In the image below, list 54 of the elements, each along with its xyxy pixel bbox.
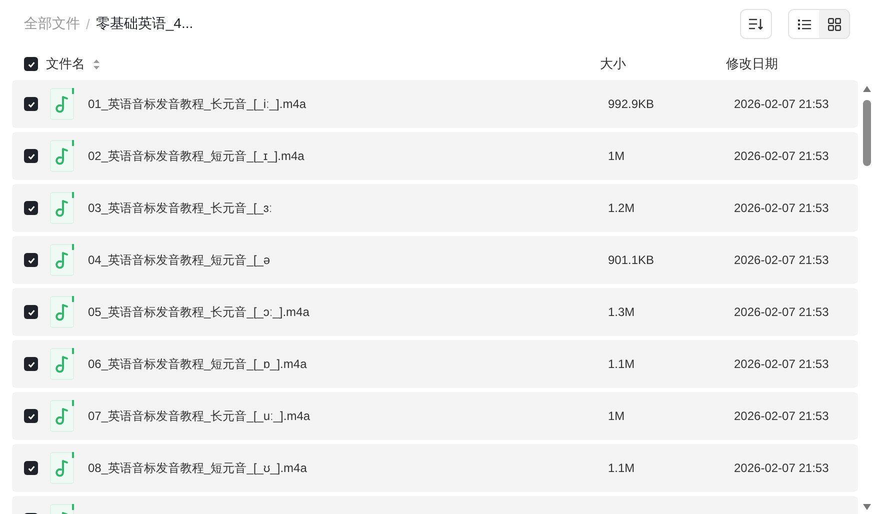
modified-date: 2026-02-07 21:53	[734, 461, 829, 475]
modified-date: 2026-02-07 21:53	[734, 409, 829, 423]
column-header[interactable]: 大小	[600, 55, 726, 73]
file-row[interactable]: 06_英语音标发音教程_短元音_[_ɒ_].m4a 1.1M 2026-02-07 21:53	[12, 340, 858, 388]
file-name[interactable]: 04_英语音标发音教程_短元音_[_ə	[88, 252, 270, 268]
file-name[interactable]: 01_英语音标发音教程_长元音_[_iː_].m4a	[88, 96, 306, 112]
file-row[interactable]: 04_英语音标发音教程_短元音_[_ə 901.1KB 2026-02-07 21:53	[12, 236, 858, 284]
breadcrumb-separator: /	[86, 16, 90, 32]
sort-icon	[749, 18, 763, 30]
file-name[interactable]: 05_英语音标发音教程_长元音_[_ɔː_].m4a	[88, 304, 310, 320]
file-name[interactable]: 02_英语音标发音教程_短元音_[_ɪ_].m4a	[88, 148, 304, 164]
grid-icon	[828, 18, 840, 30]
file-row[interactable]: 02_英语音标发音教程_短元音_[_ɪ_].m4a 1M 2026-02-07 21:53	[12, 132, 858, 180]
file-row[interactable]: 05_英语音标发音教程_长元音_[_ɔː_].m4a 1.3M 2026-02-07 21:53	[12, 288, 858, 336]
check-icon	[26, 256, 36, 264]
file-name[interactable]: 08_英语音标发音教程_短元音_[_ʊ_].m4a	[88, 460, 307, 476]
scrollbar[interactable]	[862, 86, 872, 510]
check-icon	[26, 152, 36, 160]
file-row[interactable]: 08_英语音标发音教程_短元音_[_ʊ_].m4a 1.1M 2026-02-07 21:53	[12, 444, 858, 492]
modified-date: 2026-02-07 21:53	[734, 253, 829, 267]
file-size: 1M	[608, 409, 625, 423]
modified-date: 2026-02-07 21:53	[734, 357, 829, 371]
sort-arrows-icon[interactable]	[93, 58, 100, 70]
file-size: 901.1KB	[608, 253, 654, 267]
check-icon	[26, 204, 36, 212]
file-name[interactable]: 03_英语音标发音教程_长元音_[_ɜː	[88, 200, 272, 216]
file-row[interactable]: 07_英语音标发音教程_长元音_[_uː_].m4a 1M 2026-02-07 21:53	[12, 392, 858, 440]
select-all-checkbox[interactable]	[24, 57, 38, 71]
view-mode-button[interactable]	[819, 10, 849, 38]
modified-date: 2026-02-07 21:53	[734, 149, 829, 163]
check-icon	[26, 412, 36, 420]
file-size: 1.2M	[608, 201, 635, 215]
column-header[interactable]: 修改日期	[726, 55, 850, 73]
column-header[interactable]: 文件名	[46, 55, 85, 73]
file-size: 1.1M	[608, 357, 635, 371]
check-icon	[26, 360, 36, 368]
file-row[interactable]: 01_英语音标发音教程_长元音_[_iː_].m4a 992.9KB 2026-02-07 21:53	[12, 80, 858, 128]
check-icon	[26, 308, 36, 316]
file-size: 1.1M	[608, 461, 635, 475]
breadcrumb-link[interactable]: 零基础英语_4...	[96, 15, 194, 33]
modified-date: 2026-02-07 21:53	[734, 97, 829, 111]
file-size: 992.9KB	[608, 97, 654, 111]
modified-date: 2026-02-07 21:53	[734, 201, 829, 215]
file-name[interactable]: 06_英语音标发音教程_短元音_[_ɒ_].m4a	[88, 356, 307, 372]
check-icon	[26, 464, 36, 472]
list-icon	[798, 18, 810, 30]
file-size: 1M	[608, 149, 625, 163]
file-row[interactable]: 03_英语音标发音教程_长元音_[_ɜː 1.2M 2026-02-07 21:53	[12, 184, 858, 232]
file-size: 1.3M	[608, 305, 635, 319]
modified-date: 2026-02-07 21:53	[734, 305, 829, 319]
check-icon	[26, 100, 36, 108]
sort-button[interactable]	[740, 9, 772, 39]
file-name[interactable]: 07_英语音标发音教程_长元音_[_uː_].m4a	[88, 408, 310, 424]
check-icon	[26, 60, 36, 68]
